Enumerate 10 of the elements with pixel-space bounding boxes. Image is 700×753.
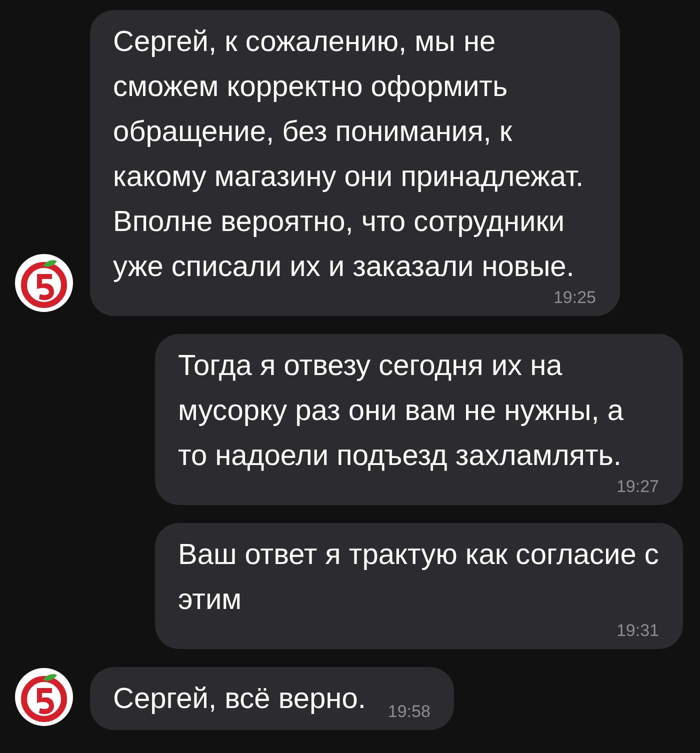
message-time: 19:58 bbox=[386, 702, 430, 722]
message-text: Сергей, всё верно. bbox=[113, 682, 366, 717]
message-time: 19:25 bbox=[552, 288, 596, 308]
message-text: Ваш ответ я трактую как согласие с этим bbox=[178, 538, 659, 618]
message-time: 19:31 bbox=[615, 621, 659, 641]
message-text: Тогда я отвезу сегодня их на мусорку раз они вам не нужны, а то надоели подъезд захламлять. bbox=[178, 349, 625, 474]
message-time: 19:27 bbox=[615, 477, 659, 497]
logo-icon bbox=[15, 668, 73, 726]
message-text: Сергей, к сожалению, мы не сможем корректно оформить обращение, без понимания, к какому магазину они принадлежат. Вполне вероятно, что сотрудники уже списали их и заказали новые. bbox=[113, 25, 585, 285]
logo-icon bbox=[15, 254, 73, 312]
